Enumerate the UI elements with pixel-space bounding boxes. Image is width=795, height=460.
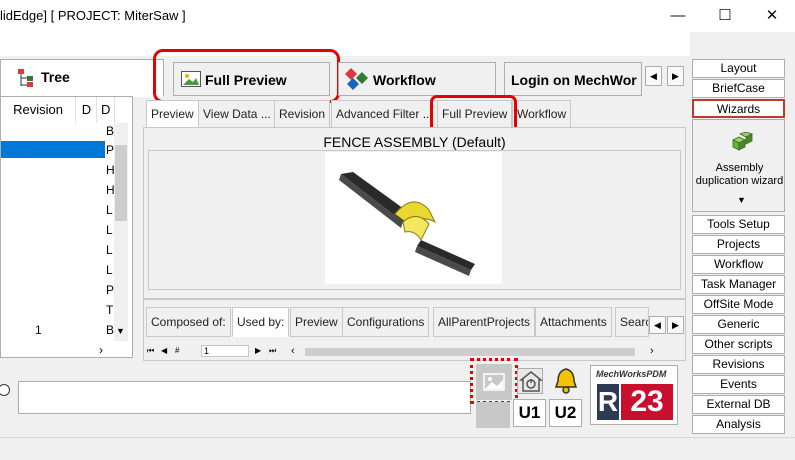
- row-initial: L: [106, 263, 113, 277]
- minimize-button[interactable]: —: [655, 0, 701, 32]
- offsite-mode-button[interactable]: OffSite Mode: [692, 295, 785, 314]
- nav-row: ⏮ ◀ # 1 ▶ ⏭ ‹ ›: [147, 345, 687, 359]
- external-db-button[interactable]: External DB: [692, 395, 785, 414]
- hscroll-thumb[interactable]: [305, 348, 635, 356]
- row-initial: B: [106, 124, 115, 138]
- workflow-button[interactable]: Workflow: [692, 255, 785, 274]
- last-page-icon[interactable]: ⏭: [269, 346, 276, 356]
- tools-setup-button[interactable]: Tools Setup: [692, 215, 785, 234]
- subtab-advanced-filter[interactable]: Advanced Filter ...: [331, 100, 438, 128]
- tab-scroll-left-icon[interactable]: ◀: [645, 66, 662, 86]
- page-input[interactable]: 1: [201, 345, 249, 357]
- home-power-icon[interactable]: [517, 368, 544, 394]
- hash-icon: #: [175, 346, 180, 355]
- message-input[interactable]: [18, 381, 471, 414]
- window-title: lidEdge] [ PROJECT: MiterSaw ]: [0, 8, 186, 23]
- u1-button[interactable]: U1: [513, 399, 546, 427]
- hscroll-left-icon[interactable]: ‹: [291, 345, 295, 357]
- tab-tree-label: Tree: [41, 69, 70, 85]
- other-scripts-button[interactable]: Other scripts: [692, 335, 785, 354]
- btab-scroll-right-icon[interactable]: ▶: [667, 316, 684, 334]
- row-initial: L: [106, 243, 113, 257]
- workflow-icon: [345, 68, 368, 90]
- events-button[interactable]: Events: [692, 375, 785, 394]
- btab-configurations[interactable]: Configurations: [342, 307, 430, 337]
- brand-r: R: [597, 384, 619, 420]
- revisions-button[interactable]: Revisions: [692, 355, 785, 374]
- column-header-d2[interactable]: D: [101, 97, 115, 123]
- menu-band: [0, 32, 690, 56]
- row-initial: L: [106, 203, 113, 217]
- highlight-box: [153, 49, 340, 103]
- cubes-icon: [732, 132, 753, 151]
- tab-scroll-right-icon[interactable]: ▶: [667, 66, 684, 86]
- preview-title: FENCE ASSEMBLY (Default): [323, 134, 506, 150]
- chevron-down-icon[interactable]: ▼: [116, 326, 125, 336]
- tree-vscrollbar[interactable]: ▼: [114, 123, 128, 341]
- blank-button[interactable]: [476, 402, 510, 428]
- prev-page-icon[interactable]: ◀: [161, 346, 167, 355]
- wizards-button[interactable]: Wizards: [692, 99, 785, 118]
- tab-tree[interactable]: Tree: [0, 59, 164, 97]
- brand-name: MechWorksPDM: [596, 369, 667, 379]
- highlight-dotted-box: [470, 358, 518, 404]
- brand-logo: MechWorksPDM R 23: [590, 365, 678, 425]
- u2-button[interactable]: U2: [549, 399, 582, 427]
- subtab-revision[interactable]: Revision: [274, 100, 331, 128]
- radio-icon[interactable]: [0, 384, 10, 396]
- preview-panel: FENCE ASSEMBLY (Default): [143, 127, 686, 299]
- tab-login-label: Login on MechWor: [511, 72, 637, 88]
- selected-row[interactable]: [1, 141, 105, 158]
- analysis-button[interactable]: Analysis: [692, 415, 785, 434]
- next-page-icon[interactable]: ▶: [255, 346, 261, 355]
- row-initial: L: [106, 223, 113, 237]
- generic-button[interactable]: Generic: [692, 315, 785, 334]
- first-page-icon[interactable]: ⏮: [147, 346, 154, 356]
- btab-search[interactable]: Searc: [615, 307, 649, 337]
- row-initial: P: [106, 143, 115, 157]
- title-bar: lidEdge] [ PROJECT: MiterSaw ] — ☐ ✕: [0, 0, 795, 32]
- subtab-preview[interactable]: Preview: [146, 100, 199, 128]
- subtab-workflow[interactable]: Workflow: [512, 100, 572, 128]
- hscroll-right-icon[interactable]: ›: [650, 345, 654, 357]
- fence-assembly-image: [339, 172, 475, 276]
- brand-version: 23: [621, 384, 673, 420]
- tree-vscroll-thumb[interactable]: [115, 145, 127, 221]
- briefcase-button[interactable]: BriefCase: [692, 79, 785, 98]
- wizard-panel[interactable]: Assembly duplication wizard ▼: [692, 119, 785, 212]
- tree-hscroll-right-icon[interactable]: ›: [99, 343, 103, 357]
- chevron-down-icon[interactable]: ▼: [737, 195, 746, 205]
- btab-preview[interactable]: Preview: [290, 307, 343, 337]
- row-initial: P: [106, 283, 115, 297]
- row-initial: B: [106, 323, 115, 337]
- btab-composed-of[interactable]: Composed of:: [146, 307, 231, 337]
- projects-button[interactable]: Projects: [692, 235, 785, 254]
- task-manager-button[interactable]: Task Manager: [692, 275, 785, 294]
- btab-attachments[interactable]: Attachments: [535, 307, 612, 337]
- row-initial: T: [106, 303, 114, 317]
- preview-image: [325, 152, 502, 284]
- btab-used-by[interactable]: Used by:: [232, 307, 290, 337]
- tab-workflow-label: Workflow: [373, 72, 436, 88]
- btab-scroll-left-icon[interactable]: ◀: [649, 316, 666, 334]
- tree-panel[interactable]: Revision D D B P H H L L L L P T B 1 ▼ ›: [0, 96, 133, 358]
- wizard-label: Assembly duplication wizard: [695, 162, 784, 187]
- btab-all-parent-projects[interactable]: AllParentProjects: [433, 307, 536, 337]
- tab-login[interactable]: Login on MechWor: [504, 62, 642, 96]
- subtab-view-data[interactable]: View Data ...: [198, 100, 276, 128]
- close-button[interactable]: ✕: [749, 0, 795, 32]
- column-header-d[interactable]: D: [77, 97, 97, 123]
- column-header-revision[interactable]: Revision: [1, 97, 76, 123]
- tree-icon: [18, 69, 33, 87]
- tab-workflow[interactable]: Workflow: [338, 62, 496, 96]
- maximize-button[interactable]: ☐: [702, 0, 748, 32]
- status-bar: [0, 437, 795, 460]
- revision-value: 1: [35, 323, 42, 337]
- bell-icon[interactable]: [551, 367, 581, 395]
- layout-button[interactable]: Layout: [692, 59, 785, 78]
